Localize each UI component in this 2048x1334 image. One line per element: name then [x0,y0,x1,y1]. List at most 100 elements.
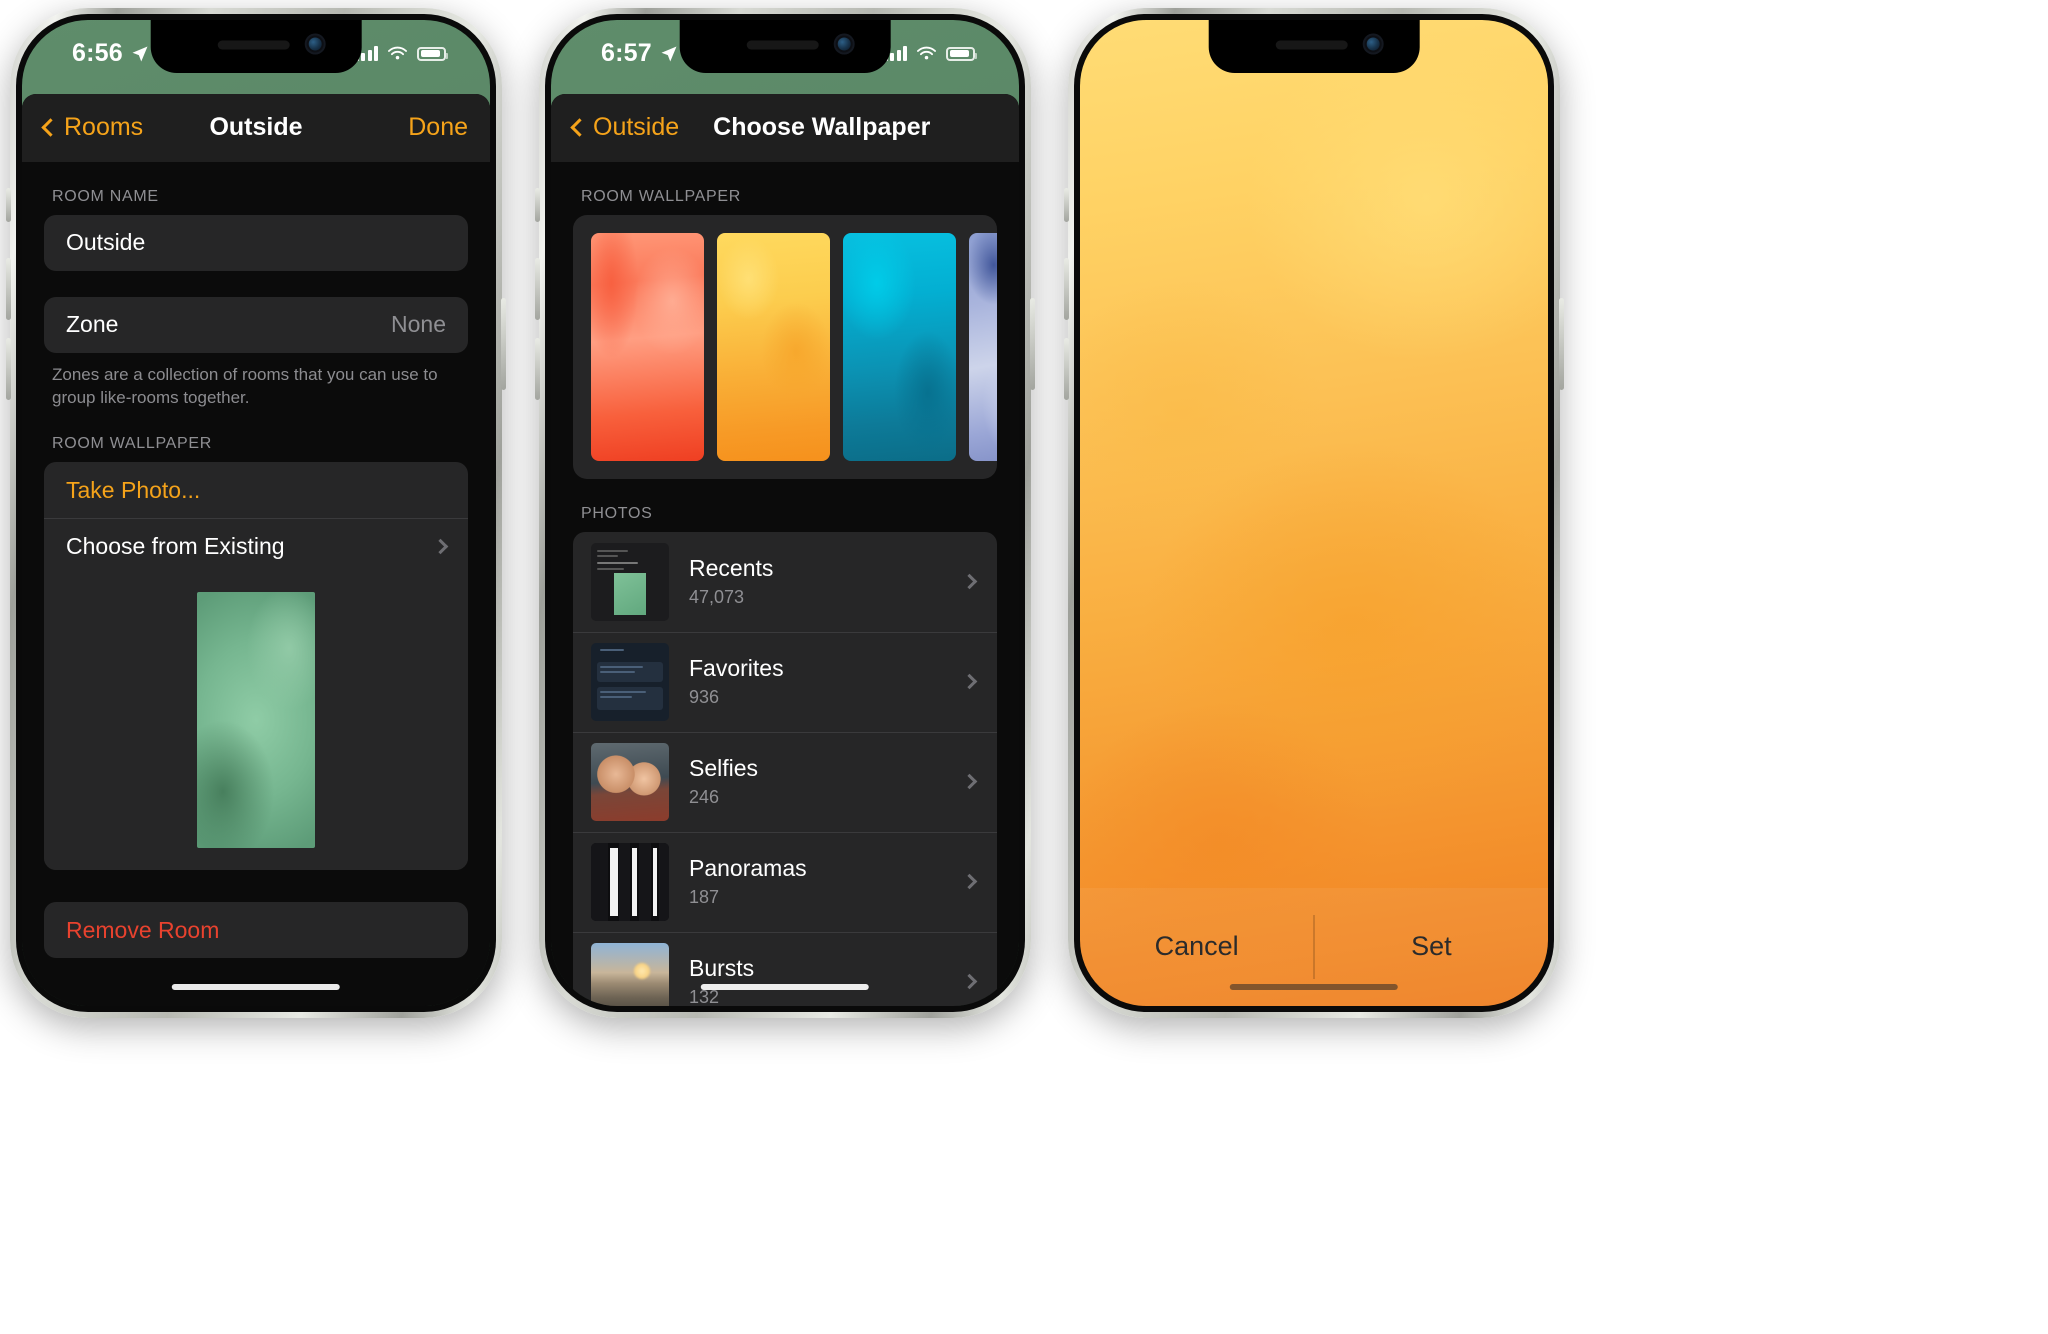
home-indicator[interactable] [1229,984,1399,990]
volume-up-button[interactable] [6,258,11,320]
wallpaper-preview-image[interactable] [197,592,315,849]
wifi-icon [917,46,936,60]
remove-room-card: Remove Room [44,902,468,959]
zone-card: Zone None [44,296,468,353]
cancel-button[interactable]: Cancel [1080,931,1313,962]
page-title: Choose Wallpaper [713,113,931,142]
screenshot-stage: 6:56 Rooms Outside Done ROOM NAME Outsid… [0,0,2048,1334]
phone-3-screen: Cancel Set [1080,20,1548,1006]
album-thumbnail-favorites [591,642,669,721]
room-name-card: Outside [44,214,468,271]
album-row-bursts[interactable]: Bursts 132 [573,932,997,1006]
album-count: 246 [689,787,720,808]
status-time-label: 6:57 [601,39,652,68]
album-count: 132 [689,987,720,1006]
phone-2-screen: 6:57 Outside Choose Wallpaper ROOM WALLP… [551,20,1019,1006]
album-meta: Selfies 246 [689,755,758,808]
wallpaper-swatch-coral[interactable] [591,232,704,461]
volume-down-button[interactable] [6,338,11,400]
room-wallpaper-section-header: ROOM WALLPAPER [52,435,213,453]
location-arrow-icon [661,46,677,62]
wallpaper-swatch-teal[interactable] [843,232,956,461]
room-detail-sheet: Rooms Outside Done ROOM NAME Outside Zon… [22,93,490,1006]
front-camera-icon [304,33,326,55]
phone-3: Cancel Set [1064,8,1564,1018]
set-button[interactable]: Set [1315,931,1548,962]
room-wallpaper-section-header: ROOM WALLPAPER [581,187,742,205]
volume-down-button[interactable] [535,338,540,400]
wallpaper-swatch-yellow[interactable] [717,232,830,461]
silent-switch[interactable] [535,188,540,222]
volume-down-button[interactable] [1064,338,1069,400]
chevron-right-icon [961,874,978,890]
remove-room-label: Remove Room [66,916,220,943]
album-name: Panoramas [689,855,807,882]
album-name: Bursts [689,955,755,982]
chevron-right-icon [961,774,978,790]
back-button-rooms[interactable]: Rooms [41,113,144,142]
choose-from-existing-row[interactable]: Choose from Existing [44,518,468,574]
remove-room-button[interactable]: Remove Room [44,902,468,958]
location-arrow-icon [132,46,148,62]
choose-from-existing-label: Choose from Existing [66,532,285,559]
album-row-recents[interactable]: Recents 47,073 [573,532,997,632]
zone-label: Zone [66,311,119,338]
room-name-section-header: ROOM NAME [52,187,159,205]
album-thumbnail-bursts [591,942,669,1006]
silent-switch[interactable] [1064,188,1069,222]
chevron-right-icon [961,974,978,990]
choose-wallpaper-sheet: Outside Choose Wallpaper ROOM WALLPAPER … [551,93,1019,1006]
front-camera-icon [833,33,855,55]
battery-icon [946,46,977,61]
back-button-label: Rooms [64,113,144,142]
notch [150,20,362,74]
album-count: 47,073 [689,587,745,608]
album-meta: Favorites 936 [689,655,784,708]
zone-row[interactable]: Zone None [44,297,468,353]
power-button[interactable] [1030,298,1035,390]
album-thumbnail-recents [591,542,669,621]
wallpaper-swatch-blue[interactable] [969,232,997,461]
back-button-label: Outside [593,113,680,142]
take-photo-row[interactable]: Take Photo... [44,462,468,518]
chevron-right-icon [961,674,978,690]
take-photo-label: Take Photo... [66,476,201,503]
photo-albums-card: Recents 47,073 Favorites 936 Selfies 246… [573,531,997,1006]
album-row-favorites[interactable]: Favorites 936 [573,632,997,732]
earpiece-speaker [1276,40,1348,50]
room-name-input[interactable]: Outside [44,215,468,271]
navigation-bar: Outside Choose Wallpaper [551,93,1019,162]
back-button-outside[interactable]: Outside [570,113,680,142]
album-name: Favorites [689,655,784,682]
battery-icon [417,46,448,61]
power-button[interactable] [1559,298,1564,390]
album-row-selfies[interactable]: Selfies 246 [573,732,997,832]
room-wallpaper-card: Take Photo... Choose from Existing [44,462,468,871]
status-time: 6:57 [601,39,679,68]
status-time: 6:56 [72,39,150,68]
status-indicators [883,46,977,62]
album-name: Recents [689,555,774,582]
wifi-icon [388,46,407,60]
volume-up-button[interactable] [535,258,540,320]
chevron-right-icon [432,538,449,554]
power-button[interactable] [501,298,506,390]
wallpaper-preview-fullscreen [1080,20,1548,1006]
photos-section-header: PHOTOS [581,504,653,522]
phone-1: 6:56 Rooms Outside Done ROOM NAME Outsid… [6,8,506,1018]
silent-switch[interactable] [6,188,11,222]
chevron-right-icon [961,574,978,590]
earpiece-speaker [218,40,290,50]
album-row-panoramas[interactable]: Panoramas 187 [573,832,997,932]
room-form-scroll[interactable]: ROOM NAME Outside Zone None Zones are a [22,161,490,1006]
home-indicator[interactable] [171,984,341,990]
album-count: 187 [689,887,720,908]
home-indicator[interactable] [700,984,870,990]
done-button[interactable]: Done [408,113,468,142]
earpiece-speaker [747,40,819,50]
album-meta: Bursts 132 [689,955,754,1006]
wallpaper-picker-scroll[interactable]: ROOM WALLPAPER PHOTOS Recents 47,073 Fav… [551,161,1019,1006]
wallpaper-swatch-strip[interactable] [573,214,997,479]
volume-up-button[interactable] [1064,258,1069,320]
